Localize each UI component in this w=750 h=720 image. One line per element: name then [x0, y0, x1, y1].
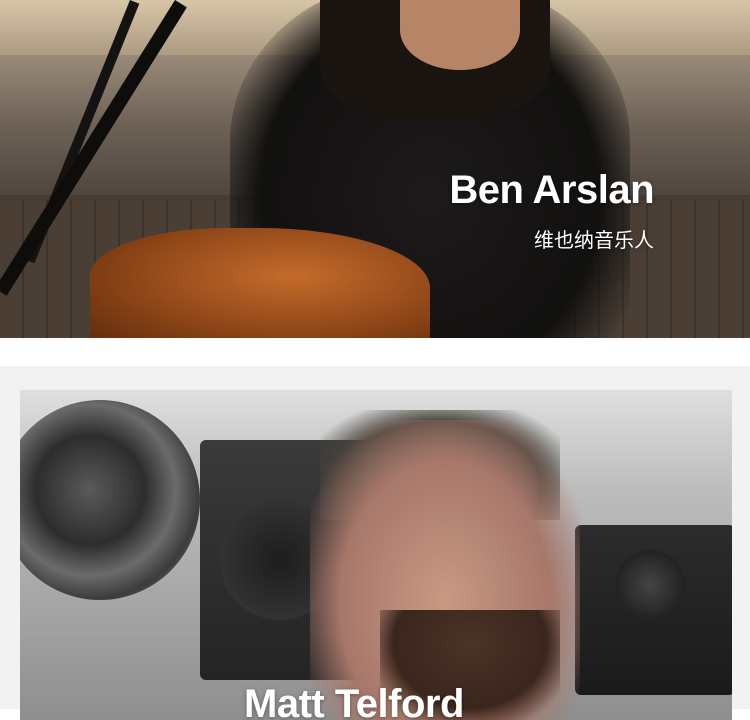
hero-card-ben-arslan[interactable]: Ben Arslan 维也纳音乐人 — [0, 0, 750, 338]
guitar-image — [90, 228, 430, 338]
card-title: Matt Telford — [244, 682, 464, 720]
card-section: Matt Telford — [0, 366, 750, 720]
hero-subtitle: 维也纳音乐人 — [534, 230, 654, 252]
card-matt-telford[interactable]: Matt Telford — [20, 390, 732, 720]
hero-title: Ben Arslan — [449, 168, 654, 212]
right-monitor-cone-image — [615, 550, 685, 620]
speaker-image — [20, 400, 200, 600]
